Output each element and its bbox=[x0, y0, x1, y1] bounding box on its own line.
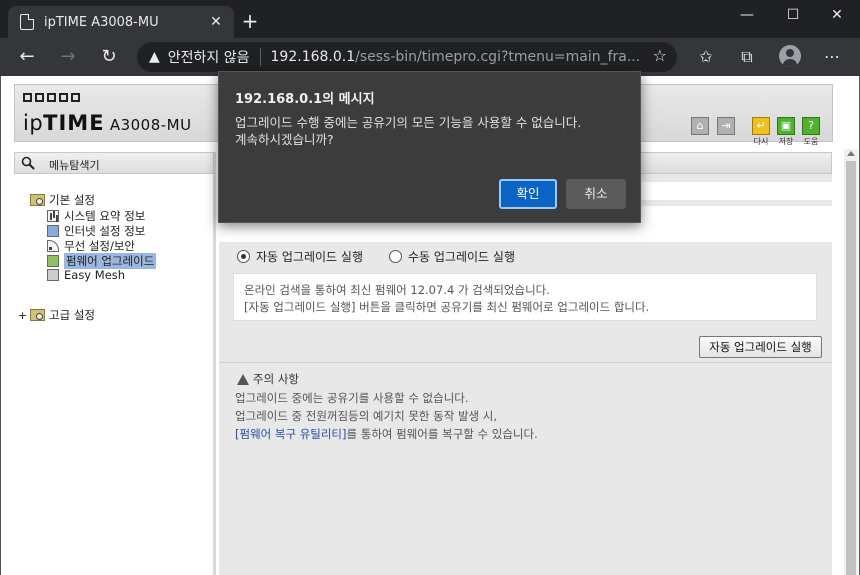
sidebar-item-wireless-settings[interactable]: 무선 설정/보안 bbox=[47, 238, 135, 254]
search-icon bbox=[21, 156, 35, 170]
star-icon[interactable]: ☆ bbox=[653, 46, 667, 65]
recovery-utility-link[interactable]: [펌웨어 복구 유틸리티] bbox=[235, 427, 347, 441]
warning-icon[interactable]: ▲ bbox=[149, 49, 160, 65]
folder-icon bbox=[30, 309, 45, 321]
info-line: [자동 업그레이드 실행] 버튼을 클릭하면 공유기를 최신 펌웨어로 업그레이… bbox=[244, 300, 650, 314]
auto-upgrade-button[interactable]: 자동 업그레이드 실행 bbox=[699, 336, 822, 358]
page-scrollbar[interactable] bbox=[844, 149, 858, 575]
wifi-icon bbox=[47, 240, 59, 252]
radio-manual-upgrade[interactable] bbox=[389, 250, 402, 263]
expand-icon[interactable]: + bbox=[18, 309, 27, 322]
dialog-cancel-button[interactable]: 취소 bbox=[566, 179, 626, 209]
notice-line: [펌웨어 복구 유틸리티]를 통하여 펌웨어를 복구할 수 있습니다. bbox=[235, 427, 538, 441]
menu-explorer: 메뉴탐색기 기본 설정 시스템 요약 정보 인터넷 설정 정보 무선 설정/보안… bbox=[14, 152, 216, 575]
refresh-icon[interactable]: ↵ bbox=[752, 117, 770, 135]
confirm-dialog: 192.168.0.1의 메시지 업그레이드 수행 중에는 공유기의 모든 기능… bbox=[218, 71, 641, 223]
close-window-button[interactable]: ✕ bbox=[814, 0, 860, 30]
address-divider bbox=[259, 48, 261, 66]
dialog-message: 업그레이드 수행 중에는 공유기의 모든 기능을 사용할 수 없습니다. 계속하… bbox=[235, 115, 582, 147]
profile-avatar[interactable] bbox=[779, 45, 801, 67]
address-bar[interactable]: ▲ 안전하지 않음 192.168.0.1 /sess-bin/timepro.… bbox=[137, 42, 677, 72]
back-arrow-icon[interactable]: ← bbox=[12, 43, 42, 71]
collections-icon[interactable]: ⧉ bbox=[736, 47, 758, 67]
tab-bar: ipTIME A3008-MU ✕ + — ☐ ✕ bbox=[0, 0, 860, 38]
monitor-icon bbox=[47, 225, 59, 237]
help-label: 도움 bbox=[803, 137, 819, 146]
radio-auto-upgrade[interactable] bbox=[237, 250, 250, 263]
minimize-button[interactable]: — bbox=[724, 0, 770, 30]
reload-icon[interactable]: ↻ bbox=[94, 43, 124, 71]
divider bbox=[219, 362, 832, 363]
scroll-up-icon[interactable] bbox=[847, 151, 855, 156]
new-tab-button[interactable]: + bbox=[238, 10, 262, 34]
sidebar-item-firmware-upgrade[interactable]: 펌웨어 업그레이드 bbox=[47, 253, 157, 269]
sidebar-item-internet-settings[interactable]: 인터넷 설정 정보 bbox=[47, 223, 145, 239]
home-icon[interactable]: ⌂ bbox=[691, 117, 709, 135]
url-host: 192.168.0.1 bbox=[270, 49, 356, 65]
notice-line: 업그레이드 중 전원꺼짐등의 예기치 못한 동작 발생 시, bbox=[235, 409, 498, 423]
more-options-icon[interactable]: ⋯ bbox=[821, 47, 843, 66]
folder-icon bbox=[30, 194, 45, 206]
dialog-ok-button[interactable]: 확인 bbox=[499, 179, 557, 209]
radio-manual-label[interactable]: 수동 업그레이드 실행 bbox=[408, 248, 515, 265]
page-icon bbox=[20, 14, 34, 30]
warning-icon bbox=[237, 373, 249, 385]
forward-arrow-icon[interactable]: → bbox=[53, 43, 83, 71]
dialog-title: 192.168.0.1의 메시지 bbox=[235, 92, 375, 107]
maximize-button[interactable]: ☐ bbox=[770, 0, 816, 30]
help-icon[interactable]: ? bbox=[802, 117, 820, 135]
content-strip bbox=[219, 224, 832, 242]
mesh-icon bbox=[47, 269, 59, 281]
tree-advanced-settings[interactable]: + 고급 설정 bbox=[18, 307, 95, 323]
notice-line: 업그레이드 중에는 공유기를 사용할 수 없습니다. bbox=[235, 391, 469, 405]
upgrade-icon bbox=[47, 255, 59, 267]
chart-icon bbox=[47, 210, 59, 222]
logo-mark bbox=[23, 93, 80, 102]
favorites-icon[interactable]: ✩ bbox=[695, 47, 717, 66]
radio-auto-label[interactable]: 자동 업그레이드 실행 bbox=[256, 248, 363, 265]
logo: ipTIME A3008-MU bbox=[23, 111, 192, 135]
tab-close-icon[interactable]: ✕ bbox=[204, 14, 228, 30]
browser-tab[interactable]: ipTIME A3008-MU ✕ bbox=[8, 6, 234, 38]
firmware-info-box: 온라인 검색을 통하여 최신 펌웨어 12.07.4 가 검색되었습니다. [자… bbox=[233, 273, 817, 321]
tab-title: ipTIME A3008-MU bbox=[44, 14, 159, 30]
tree-basic-settings[interactable]: 기본 설정 bbox=[30, 192, 95, 208]
save-icon[interactable]: ▣ bbox=[777, 117, 795, 135]
security-status[interactable]: 안전하지 않음 bbox=[168, 47, 250, 67]
upgrade-mode-options: 자동 업그레이드 실행 수동 업그레이드 실행 bbox=[237, 248, 515, 265]
url-path: /sess-bin/timepro.cgi?tmenu=main_fra... bbox=[355, 49, 641, 65]
menu-explorer-header: 메뉴탐색기 bbox=[14, 152, 214, 174]
logout-icon[interactable]: ⇥ bbox=[717, 117, 735, 135]
menu-explorer-title: 메뉴탐색기 bbox=[49, 159, 100, 172]
sidebar-item-easy-mesh[interactable]: Easy Mesh bbox=[47, 268, 125, 282]
sidebar-item-system-summary[interactable]: 시스템 요약 정보 bbox=[47, 208, 145, 224]
info-line: 온라인 검색을 통하여 최신 펌웨어 12.07.4 가 검색되었습니다. bbox=[244, 283, 550, 297]
scroll-thumb[interactable] bbox=[846, 161, 856, 575]
notice-title: 주의 사항 bbox=[237, 371, 299, 387]
